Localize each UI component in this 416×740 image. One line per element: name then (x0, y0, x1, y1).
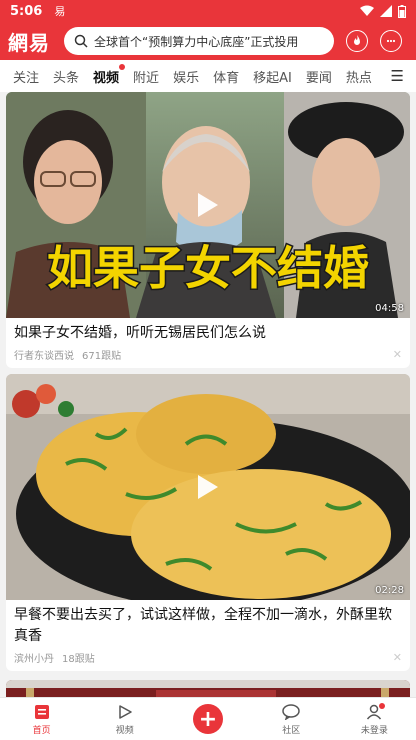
battery-icon (398, 4, 406, 18)
nav-profile[interactable]: 未登录 (333, 698, 416, 740)
overlay-caption: 如果子女不结婚 (47, 241, 369, 295)
play-icon[interactable] (198, 475, 218, 499)
play-icon[interactable] (198, 193, 218, 217)
tab-headline[interactable]: 头条 (46, 67, 86, 86)
search-placeholder: 全球首个“预制算力中心底座”正式投用 (94, 34, 299, 49)
dismiss-icon[interactable]: ✕ (393, 651, 402, 664)
video-meta: 滨州小丹 18跟贴 ✕ (6, 647, 410, 671)
app-header: 網易 全球首个“预制算力中心底座”正式投用 (0, 22, 416, 60)
video-thumbnail[interactable]: 如果子女不结婚 04:58 (6, 92, 410, 318)
community-chat-icon (282, 703, 300, 720)
dismiss-icon[interactable]: ✕ (393, 348, 402, 361)
nav-home-label: 首页 (32, 725, 51, 736)
tab-video[interactable]: 视频 (86, 63, 126, 94)
video-meta: 行者东谈西说 671跟贴 ✕ (6, 344, 410, 368)
video-title[interactable]: 早餐不要出去买了，试试这样做，全程不加一滴水，外酥里软真香 (6, 600, 410, 647)
nav-video-label: 视频 (115, 725, 134, 736)
fire-icon (354, 35, 360, 45)
menu-icon[interactable]: ☰ (391, 67, 410, 85)
video-card[interactable]: 02:28 早餐不要出去买了，试试这样做，全程不加一滴水，外酥里软真香 滨州小丹… (6, 374, 410, 671)
channel-tabs: 关注 头条 视频 附近 娱乐 体育 移起AI 要闻 热点 ☰ (0, 60, 416, 94)
comment-count: 18跟贴 (62, 654, 95, 665)
tab-hot[interactable]: 热点 (339, 67, 379, 86)
app-logo[interactable]: 網易 (8, 27, 58, 56)
status-icons (360, 4, 406, 18)
thumbnail-image (6, 680, 410, 697)
nav-community-label: 社区 (282, 725, 301, 736)
notification-dot (379, 703, 386, 709)
search-icon (74, 34, 88, 48)
nav-home[interactable]: 首页 (0, 698, 83, 740)
wifi-icon (360, 5, 374, 16)
video-thumbnail[interactable]: 02:28 (6, 374, 410, 609)
video-source[interactable]: 滨州小丹 (14, 650, 54, 665)
message-icon-button[interactable] (380, 30, 402, 52)
tab-follow[interactable]: 关注 (6, 67, 46, 86)
nav-video[interactable]: 视频 (83, 698, 166, 740)
video-card[interactable]: 如果子女不结婚 04:58 如果子女不结婚，听听无锡居民们怎么说 行者东谈西说 … (6, 92, 410, 368)
notification-dot (119, 63, 126, 70)
tab-sports[interactable]: 体育 (206, 67, 246, 86)
status-bar: 5:06 易 (0, 0, 416, 22)
video-duration: 04:58 (375, 303, 404, 314)
video-title[interactable]: 如果子女不结婚，听听无锡居民们怎么说 (6, 318, 410, 344)
status-time: 5:06 (10, 3, 43, 19)
nav-publish[interactable]: + (166, 698, 249, 740)
video-source[interactable]: 行者东谈西说 (14, 347, 74, 362)
tab-nearby[interactable]: 附近 (126, 67, 166, 86)
hot-icon-button[interactable] (346, 30, 368, 52)
tab-video-label: 视频 (93, 70, 120, 86)
video-feed: 如果子女不结婚 04:58 如果子女不结婚，听听无锡居民们怎么说 行者东谈西说 … (0, 92, 416, 697)
chat-bubble-icon (386, 39, 396, 43)
tab-entertainment[interactable]: 娱乐 (166, 67, 206, 86)
nav-profile-label: 未登录 (360, 725, 388, 736)
signal-icon (380, 5, 392, 17)
tab-ai[interactable]: 移起AI (246, 67, 299, 86)
search-input[interactable]: 全球首个“预制算力中心底座”正式投用 (64, 27, 334, 55)
tab-news[interactable]: 要闻 (299, 67, 339, 86)
comment-count: 671跟贴 (82, 351, 122, 362)
plus-icon[interactable]: + (193, 704, 223, 734)
nav-community[interactable]: 社区 (250, 698, 333, 740)
video-duration: 02:28 (375, 585, 404, 596)
home-icon (34, 704, 49, 719)
video-card[interactable] (6, 680, 410, 697)
status-app-icon: 易 (54, 5, 66, 18)
video-play-icon (119, 704, 132, 719)
bottom-nav: 首页 视频 + 社区 未登录 (0, 697, 416, 740)
